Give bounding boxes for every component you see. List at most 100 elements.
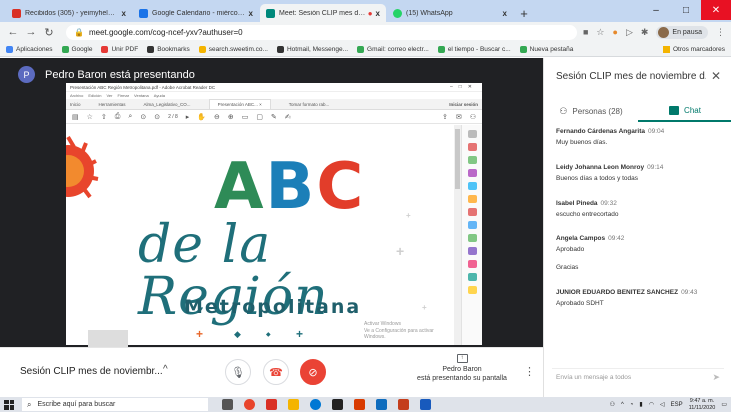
pdf-scrollbar[interactable] (454, 125, 461, 345)
bookmark-label: Hotmail, Messenge... (286, 45, 349, 53)
people-icon: ⚇ (469, 113, 476, 121)
bookmark-el-tiempo[interactable]: el tiempo - Buscar c... (437, 45, 511, 53)
browser-tab-gmail[interactable]: Recibidos (305) - yeimyhelenag@gm... x (6, 4, 132, 22)
slide-title-metropolitana: Metropolitana (184, 296, 362, 318)
presenting-info[interactable]: ↑ Pedro Baron está presentando su pantal… (406, 353, 518, 384)
forward-icon[interactable]: → (24, 26, 38, 38)
tab-close-icon[interactable]: x (503, 9, 507, 18)
presenter-banner: Pedro Baron está presentando (45, 68, 195, 81)
chrome-icon[interactable] (244, 399, 255, 410)
app-icon[interactable] (266, 399, 277, 410)
people-icon[interactable]: ⚇ (610, 401, 615, 408)
chat-message: JUNIOR EDUARDO BENITEZ SANCHEZ 09:43 Apro… (556, 289, 726, 309)
extension-icon[interactable]: ● (613, 27, 618, 37)
puzzle-icon[interactable]: ✱ (641, 27, 649, 38)
cast-icon[interactable]: ▷ (626, 27, 633, 38)
notifications-icon[interactable]: ▭ (721, 401, 727, 408)
windows-start-icon[interactable] (4, 399, 14, 410)
bookmark-hotmail[interactable]: Hotmail, Messenge... (276, 45, 349, 53)
acrobat-titlebar: Presentación ABC Región Metropolitana.pd… (66, 83, 482, 92)
close-window-button[interactable]: ✕ (701, 0, 731, 20)
edge-icon[interactable] (310, 399, 321, 410)
browser-tab-meet[interactable]: Meet: Sesión CLIP mes de nov... ● x (260, 4, 386, 22)
mail-icon[interactable] (376, 399, 387, 410)
tab-chat[interactable]: Chat (638, 100, 731, 122)
minimize-button[interactable]: – (641, 0, 671, 20)
tab-label: Google Calendario - miércoles, 11 de... (152, 9, 246, 17)
chat-compose[interactable]: Envía un mensaje a todos ➤ (552, 368, 724, 386)
task-view-icon[interactable] (222, 399, 233, 410)
message-time: 09:42 (608, 235, 625, 243)
chevron-up-icon[interactable]: ^ (621, 402, 624, 408)
bookmark-bookmarks[interactable]: Bookmarks (147, 45, 190, 53)
other-bookmarks[interactable]: Otros marcadores (662, 45, 725, 53)
scrollbar-thumb[interactable] (455, 129, 460, 189)
taskbar-search[interactable]: ⌕ Escribe aquí para buscar (22, 398, 208, 411)
url-field[interactable]: 🔒 meet.google.com/cog-ncef-yxv?authuser=… (66, 24, 577, 40)
chat-message: Fernando Cárdenas Angarita 09:04 Muy buen… (556, 128, 726, 148)
meet-control-bar: Sesión CLIP mes de noviembr... ^ 🎙 ☎ ⊘ ↑… (0, 347, 543, 397)
star-icon: ☆ (86, 113, 93, 121)
tool-icon (467, 234, 477, 242)
menu-kebab-icon[interactable]: ⋮ (716, 27, 725, 38)
maximize-button[interactable]: □ (671, 0, 701, 20)
tool-icon (467, 260, 477, 268)
microphone-button[interactable]: 🎙 (225, 359, 251, 385)
send-icon[interactable]: ➤ (712, 372, 720, 383)
tab-close-icon[interactable]: x (122, 9, 126, 18)
browser-tab-whatsapp[interactable]: (15) WhatsApp x (387, 4, 513, 22)
chat-message: Angela Campos 09:42 Aprobado Gracias (556, 235, 726, 273)
bookmark-unir-pdf[interactable]: Unir PDF (101, 45, 138, 53)
back-icon[interactable]: ← (6, 26, 20, 38)
bookmark-google[interactable]: Google (61, 45, 92, 53)
camera-toggle-button[interactable]: ⊘ (300, 359, 326, 385)
menu-item: Ver (106, 93, 113, 98)
office-icon[interactable] (354, 399, 365, 410)
word-icon[interactable] (420, 399, 431, 410)
store-icon[interactable] (332, 399, 343, 410)
message-text: Aprobado (556, 246, 585, 254)
chat-input[interactable]: Envía un mensaje a todos (556, 374, 631, 381)
bookmark-sweetim[interactable]: search.sweetim.co... (198, 45, 268, 53)
powerpoint-icon[interactable] (398, 399, 409, 410)
browser-tab-calendar[interactable]: Google Calendario - miércoles, 11 de... … (133, 4, 259, 22)
tab-close-icon[interactable]: x (376, 9, 380, 18)
leave-call-button[interactable]: ☎ (263, 359, 289, 385)
bookmark-aplicaciones[interactable]: Aplicaciones (6, 45, 53, 53)
language-indicator[interactable]: ESP (671, 402, 683, 408)
battery-icon[interactable]: ▮ (639, 401, 642, 408)
chat-message: Leidy Johanna Leon Monroy 09:14 Buenos dí… (556, 164, 726, 184)
volume-icon[interactable]: ◁ (660, 401, 665, 408)
tool-icon (467, 182, 477, 190)
browser-tab-strip: Recibidos (305) - yeimyhelenag@gm... x G… (0, 0, 731, 22)
more-options-icon[interactable]: ⋮ (524, 365, 535, 378)
presenting-name: Pedro Baron (442, 366, 482, 373)
chevron-up-icon[interactable]: ^ (163, 364, 168, 375)
bookmark-gmail[interactable]: Gmail: correo electr... (357, 45, 429, 53)
new-tab-button[interactable]: + (516, 5, 532, 21)
camera-icon[interactable]: ■ (583, 27, 588, 37)
tool-icon (467, 208, 477, 216)
close-icon[interactable]: ✕ (711, 69, 721, 83)
network-icon[interactable]: ◔ (630, 402, 634, 408)
search-icon: ⌕ (128, 112, 133, 120)
menu-item: Firmar (117, 93, 130, 98)
tab-close-icon[interactable]: x (249, 9, 253, 18)
star-icon[interactable]: ☆ (596, 27, 604, 38)
clock[interactable]: 9:47 a. m. 11/11/2020 (689, 398, 716, 410)
tool-icon (467, 221, 477, 229)
wifi-icon[interactable]: ◠ (649, 401, 654, 408)
message-time: 09:14 (647, 163, 664, 171)
message-sender: Angela Campos (556, 235, 606, 243)
reload-icon[interactable]: ↻ (42, 26, 56, 39)
acrobat-window-controls: –□✕ (450, 84, 478, 90)
meeting-name[interactable]: Sesión CLIP mes de noviembr... (20, 366, 163, 377)
profile-button[interactable]: En pausa (656, 25, 708, 39)
plus-decoration: + (422, 303, 427, 312)
tab-people[interactable]: ⚇ Personas (28) (544, 100, 638, 122)
tool-icon (467, 130, 477, 138)
file-explorer-icon[interactable] (288, 399, 299, 410)
bookmark-nueva-pestana[interactable]: Nueva pestaña (519, 45, 573, 53)
tool-icon (467, 156, 477, 164)
save-icon: ▤ (72, 113, 79, 121)
